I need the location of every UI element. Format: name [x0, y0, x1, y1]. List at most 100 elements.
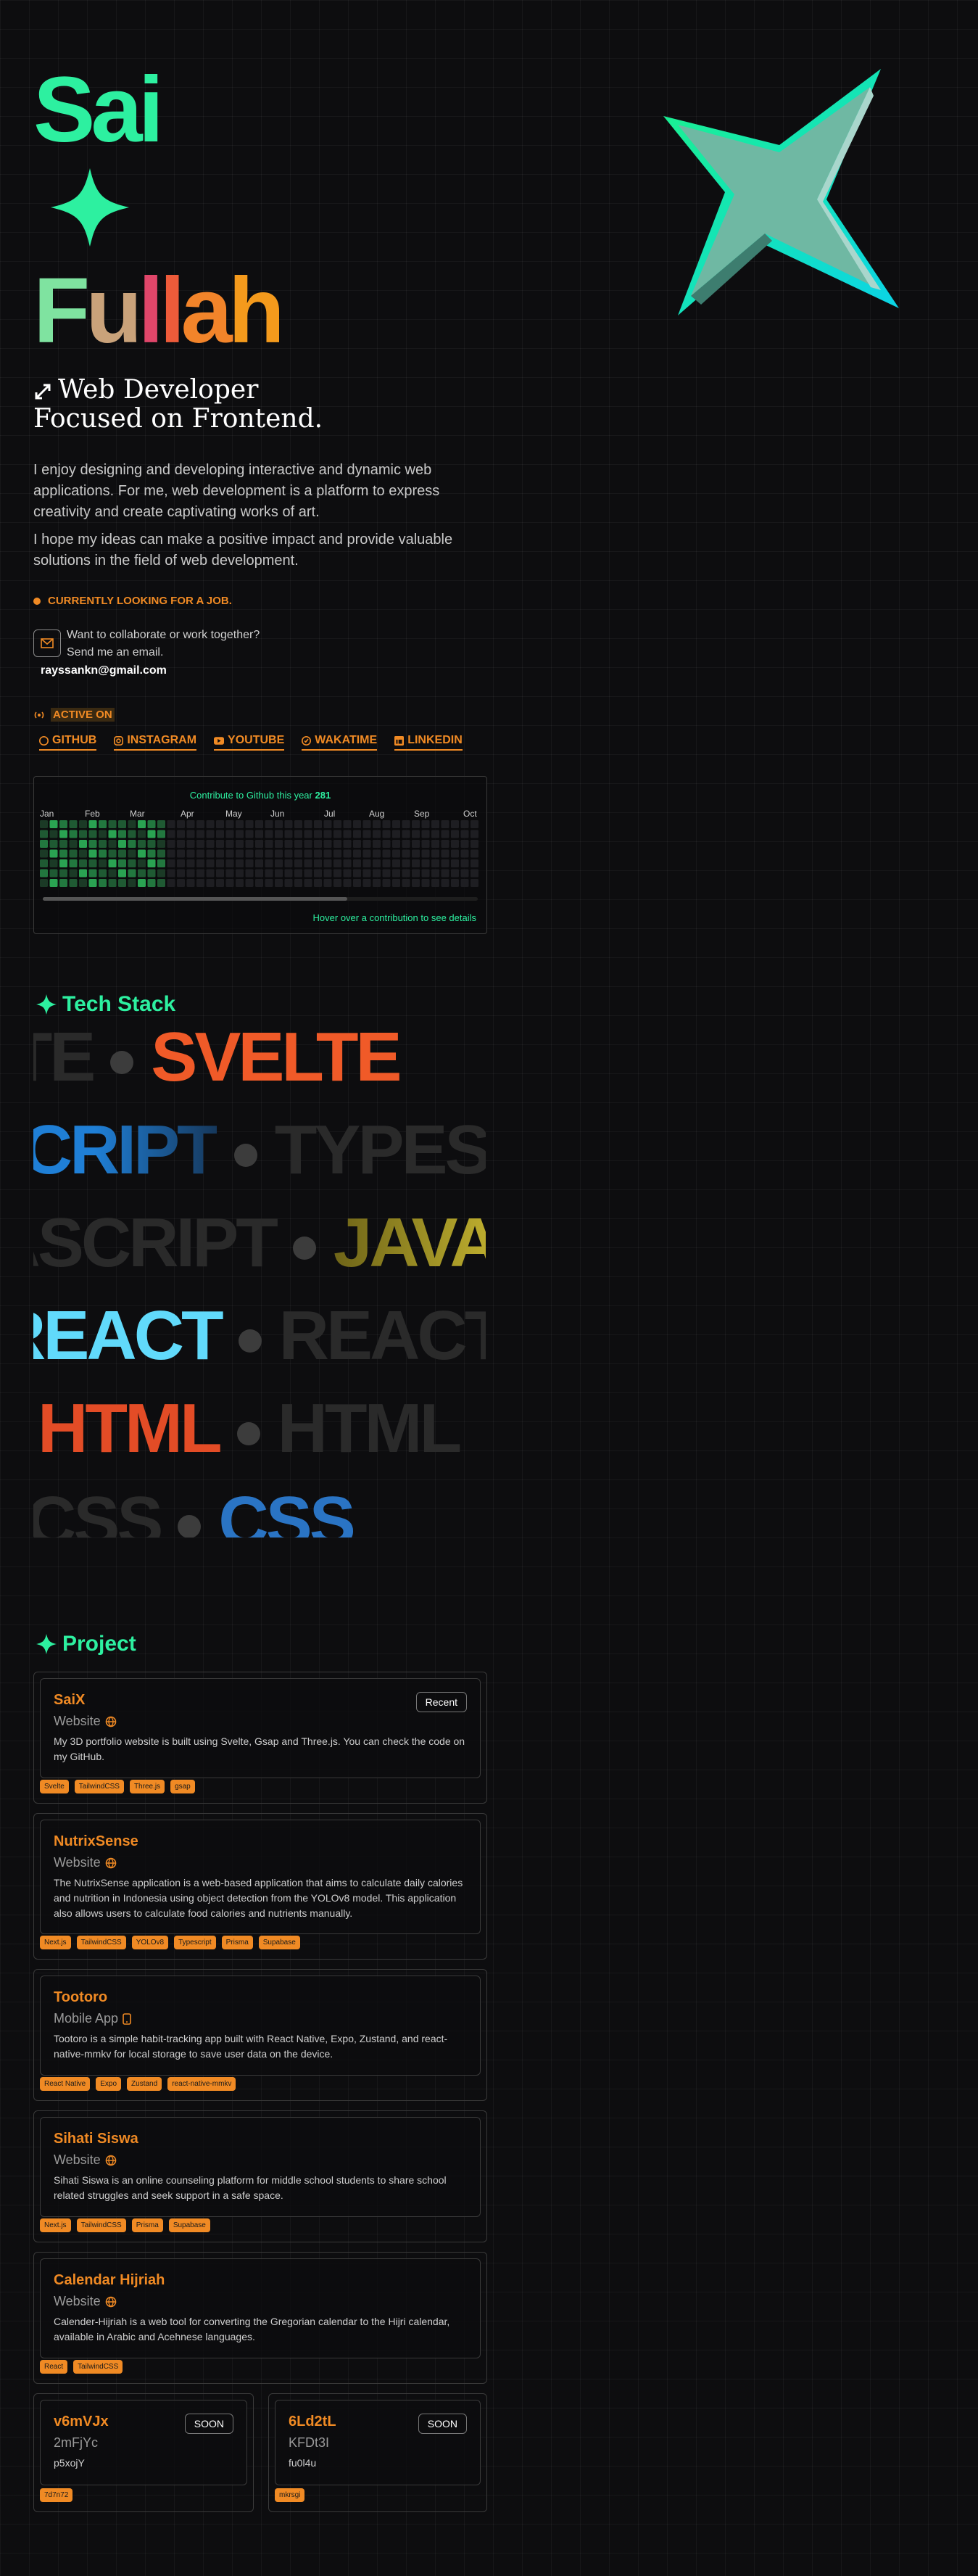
- contribution-day[interactable]: [157, 869, 165, 878]
- contribution-day[interactable]: [216, 849, 224, 858]
- contribution-day[interactable]: [343, 859, 352, 867]
- contribution-day[interactable]: [108, 869, 117, 878]
- contribution-day[interactable]: [431, 830, 439, 838]
- contribution-day[interactable]: [88, 830, 97, 838]
- contribution-day[interactable]: [186, 820, 195, 828]
- contribution-day[interactable]: [245, 840, 254, 848]
- contribution-day[interactable]: [412, 830, 420, 838]
- contribution-day[interactable]: [353, 849, 361, 858]
- contribution-day[interactable]: [382, 849, 391, 858]
- contribution-day[interactable]: [323, 840, 332, 848]
- contribution-day[interactable]: [294, 849, 302, 858]
- project-card-sihati-siswa[interactable]: Sihati Siswa Website Sihati Siswa is an …: [33, 2110, 487, 2242]
- contribution-day[interactable]: [206, 849, 215, 858]
- contribution-day[interactable]: [59, 869, 67, 878]
- project-card-calendar-hijriah[interactable]: Calendar Hijriah Website Calender-Hijria…: [33, 2252, 487, 2384]
- contribution-day[interactable]: [460, 820, 469, 828]
- contribution-day[interactable]: [294, 840, 302, 848]
- contribution-day[interactable]: [225, 869, 234, 878]
- contribution-day[interactable]: [138, 879, 146, 887]
- contribution-day[interactable]: [79, 869, 87, 878]
- contribution-day[interactable]: [362, 859, 371, 867]
- contribution-day[interactable]: [431, 840, 439, 848]
- contribution-day[interactable]: [451, 830, 459, 838]
- contribution-day[interactable]: [236, 859, 244, 867]
- contribution-day[interactable]: [236, 879, 244, 887]
- contribution-day[interactable]: [225, 840, 234, 848]
- contribution-day[interactable]: [343, 820, 352, 828]
- contribution-day[interactable]: [59, 840, 67, 848]
- contribution-day[interactable]: [49, 820, 58, 828]
- contribution-day[interactable]: [236, 840, 244, 848]
- contribution-day[interactable]: [412, 869, 420, 878]
- contribution-day[interactable]: [79, 859, 87, 867]
- contribution-day[interactable]: [245, 820, 254, 828]
- contribution-day[interactable]: [412, 849, 420, 858]
- contribution-day[interactable]: [431, 859, 439, 867]
- contribution-day[interactable]: [88, 849, 97, 858]
- contribution-day[interactable]: [275, 859, 283, 867]
- contribution-day[interactable]: [323, 849, 332, 858]
- contribution-day[interactable]: [314, 840, 322, 848]
- contribution-day[interactable]: [128, 849, 136, 858]
- contribution-day[interactable]: [333, 879, 341, 887]
- contribution-day[interactable]: [314, 869, 322, 878]
- contribution-day[interactable]: [284, 849, 293, 858]
- contribution-day[interactable]: [353, 869, 361, 878]
- contribution-day[interactable]: [245, 830, 254, 838]
- contribution-day[interactable]: [373, 849, 381, 858]
- project-title[interactable]: Calendar Hijriah: [54, 2272, 165, 2289]
- contribution-day[interactable]: [157, 820, 165, 828]
- contribution-grid[interactable]: [40, 820, 482, 893]
- contribution-day[interactable]: [471, 879, 478, 887]
- contribution-day[interactable]: [186, 869, 195, 878]
- contribution-day[interactable]: [275, 820, 283, 828]
- contribution-day[interactable]: [471, 849, 478, 858]
- contribution-day[interactable]: [167, 859, 175, 867]
- contribution-day[interactable]: [421, 879, 430, 887]
- contribution-day[interactable]: [275, 840, 283, 848]
- contribution-day[interactable]: [294, 820, 302, 828]
- contribution-day[interactable]: [69, 869, 78, 878]
- contribution-day[interactable]: [40, 869, 48, 878]
- contribution-day[interactable]: [382, 869, 391, 878]
- contribution-day[interactable]: [108, 879, 117, 887]
- contribution-day[interactable]: [138, 820, 146, 828]
- contribution-day[interactable]: [147, 849, 156, 858]
- contribution-day[interactable]: [382, 820, 391, 828]
- contribution-day[interactable]: [362, 879, 371, 887]
- contribution-day[interactable]: [284, 869, 293, 878]
- contribution-day[interactable]: [392, 840, 400, 848]
- contribution-day[interactable]: [236, 830, 244, 838]
- contribution-day[interactable]: [216, 869, 224, 878]
- contribution-day[interactable]: [167, 849, 175, 858]
- contribution-day[interactable]: [236, 869, 244, 878]
- contribution-day[interactable]: [382, 859, 391, 867]
- contribution-day[interactable]: [304, 849, 312, 858]
- contribution-day[interactable]: [255, 830, 263, 838]
- contribution-day[interactable]: [471, 869, 478, 878]
- contribution-day[interactable]: [147, 859, 156, 867]
- contribution-day[interactable]: [402, 859, 410, 867]
- contribution-day[interactable]: [147, 840, 156, 848]
- contribution-day[interactable]: [138, 849, 146, 858]
- contribution-day[interactable]: [167, 830, 175, 838]
- contribution-day[interactable]: [59, 849, 67, 858]
- instagram-link[interactable]: INSTAGRAM: [114, 734, 197, 751]
- wakatime-link[interactable]: WAKATIME: [302, 734, 378, 751]
- contribution-day[interactable]: [138, 830, 146, 838]
- contribution-day[interactable]: [177, 879, 185, 887]
- contribution-day[interactable]: [225, 849, 234, 858]
- contribution-day[interactable]: [118, 849, 126, 858]
- contribution-day[interactable]: [196, 849, 204, 858]
- contribution-day[interactable]: [275, 830, 283, 838]
- contribution-day[interactable]: [40, 859, 48, 867]
- project-card-saix[interactable]: SaiX Recent Website My 3D portfolio webs…: [33, 1672, 487, 1804]
- contribution-day[interactable]: [255, 859, 263, 867]
- contribution-day[interactable]: [421, 859, 430, 867]
- contribution-day[interactable]: [206, 879, 215, 887]
- contribution-day[interactable]: [323, 820, 332, 828]
- contribution-day[interactable]: [362, 830, 371, 838]
- contribution-day[interactable]: [157, 849, 165, 858]
- contribution-day[interactable]: [59, 879, 67, 887]
